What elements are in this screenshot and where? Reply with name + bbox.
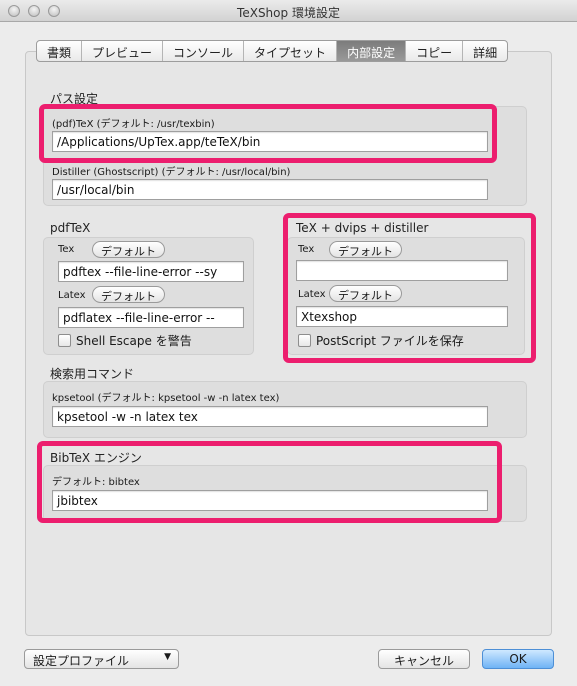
- pdftex-latex-input[interactable]: pdflatex --file-line-error --: [58, 307, 244, 328]
- tab-engine[interactable]: 内部設定: [337, 41, 407, 61]
- tab-typeset[interactable]: タイプセット: [244, 41, 338, 61]
- title-bar: TeXShop 環境設定: [0, 0, 577, 22]
- profile-label: 設定プロファイル: [33, 654, 130, 668]
- tab-console[interactable]: コンソール: [163, 41, 245, 61]
- pdftex-latex-default-button[interactable]: デフォルト: [92, 286, 165, 303]
- search-section-title: 検索用コマンド: [50, 367, 135, 381]
- dvips-tex-input[interactable]: [296, 260, 508, 281]
- popup-arrow-icon: ▼: [164, 652, 171, 662]
- ok-button[interactable]: OK: [482, 649, 554, 669]
- profile-popup-button[interactable]: 設定プロファイル ▼: [24, 649, 179, 669]
- kpsetool-label: kpsetool (デフォルト: kpsetool -w -n latex te…: [52, 393, 280, 404]
- shell-escape-warning-checkbox[interactable]: Shell Escape を警告: [58, 332, 192, 349]
- window-title: TeXShop 環境設定: [237, 6, 340, 20]
- tab-preview[interactable]: プレビュー: [82, 41, 164, 61]
- pdftex-section-title: pdfTeX: [50, 221, 91, 235]
- pdftex-tex-label: Tex: [58, 244, 75, 255]
- dvips-tex-default-button[interactable]: デフォルト: [329, 241, 402, 258]
- checkbox-box[interactable]: [58, 334, 71, 347]
- dvips-section-title: TeX + dvips + distiller: [296, 221, 429, 235]
- pdftex-latex-label: Latex: [58, 290, 86, 301]
- dvips-tex-label: Tex: [298, 244, 315, 255]
- bibtex-default-label: デフォルト: bibtex: [52, 477, 140, 488]
- tab-copy[interactable]: コピー: [406, 41, 464, 61]
- save-postscript-label: PostScript ファイルを保存: [316, 334, 464, 348]
- shell-escape-label: Shell Escape を警告: [76, 334, 192, 348]
- cancel-button[interactable]: キャンセル: [378, 649, 470, 669]
- tex-path-label: (pdf)TeX (デフォルト: /usr/texbin): [52, 119, 215, 130]
- bibtex-section-title: BibTeX エンジン: [50, 451, 142, 465]
- dvips-latex-input[interactable]: Xtexshop: [296, 306, 508, 327]
- pdftex-tex-default-button[interactable]: デフォルト: [92, 241, 165, 258]
- kpsetool-input[interactable]: kpsetool -w -n latex tex: [52, 406, 488, 427]
- checkbox-box[interactable]: [298, 334, 311, 347]
- tab-advanced[interactable]: 詳細: [463, 41, 507, 61]
- save-postscript-checkbox[interactable]: PostScript ファイルを保存: [298, 332, 464, 349]
- tab-bar: 書類 プレビュー コンソール タイプセット 内部設定 コピー 詳細: [36, 40, 509, 62]
- distiller-path-input[interactable]: /usr/local/bin: [52, 179, 488, 200]
- paths-section-title: パス設定: [50, 92, 99, 106]
- distiller-path-label: Distiller (Ghostscript) (デフォルト: /usr/loc…: [52, 167, 291, 178]
- pdftex-tex-input[interactable]: pdftex --file-line-error --sy: [58, 261, 244, 282]
- dvips-latex-default-button[interactable]: デフォルト: [329, 285, 402, 302]
- tab-document[interactable]: 書類: [37, 41, 83, 61]
- bibtex-engine-input[interactable]: jbibtex: [52, 490, 488, 511]
- dvips-latex-label: Latex: [298, 289, 326, 300]
- tex-path-input[interactable]: /Applications/UpTex.app/teTeX/bin: [52, 131, 488, 152]
- preferences-window: TeXShop 環境設定 書類 プレビュー コンソール タイプセット 内部設定 …: [0, 0, 577, 686]
